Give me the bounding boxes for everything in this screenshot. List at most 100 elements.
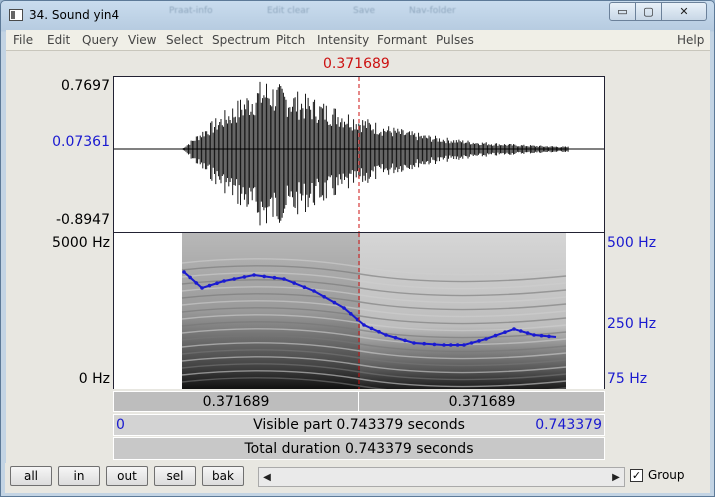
pitch-point (547, 334, 551, 339)
pitch-point (194, 281, 198, 285)
pitch-point (302, 285, 307, 289)
visible-part-bar[interactable]: 0 Visible part 0.743379 seconds 0.743379 (113, 414, 605, 436)
menu-query[interactable]: Query (82, 33, 118, 47)
visible-end: 0.743379 (535, 417, 602, 433)
pitch-point (242, 275, 247, 279)
pitch-point (182, 270, 186, 274)
cursor-time-label: 0.371689 (323, 56, 390, 72)
bak-button[interactable]: bak (202, 466, 244, 486)
selection-left[interactable]: 0.371689 (114, 392, 359, 411)
pitch-point (272, 275, 277, 280)
sel-button[interactable]: sel (154, 466, 196, 486)
frequency-bottom-label: 0 Hz (78, 371, 110, 387)
menu-intensity[interactable]: Intensity (317, 33, 369, 47)
menu-edit[interactable]: Edit (47, 33, 70, 47)
maximize-button[interactable]: ▢ (635, 2, 662, 21)
menu-select[interactable]: Select (166, 33, 203, 47)
pitch-point (377, 330, 381, 334)
bottom-toolbar: all in out sel bak ◀ ▶ ✓ Group (5, 463, 709, 493)
scroll-left-icon[interactable]: ◀ (259, 468, 275, 486)
pitch-point (525, 331, 530, 335)
group-toggle[interactable]: ✓ Group (630, 468, 685, 482)
pitch-point (412, 341, 416, 345)
pitch-point (252, 273, 256, 277)
pitch-point (432, 342, 437, 347)
app-icon (9, 9, 23, 21)
pitch-bottom-label: 75 Hz (607, 371, 648, 387)
waveform-plot (114, 77, 604, 232)
pitch-point (282, 277, 286, 281)
in-button[interactable]: in (58, 466, 100, 486)
menu-formant[interactable]: Formant (377, 33, 427, 47)
minimize-button[interactable]: ▭ (609, 2, 636, 21)
pitch-point (362, 323, 366, 327)
visible-part-label: Visible part 0.743379 seconds (253, 417, 465, 433)
title-bar: 34. Sound yin4 Praat-info Edit clear Sav… (1, 1, 714, 29)
menu-bar: File Edit Query View Select Spectrum Pit… (6, 30, 710, 51)
spectrogram-plot (181, 233, 567, 389)
pitch-point (422, 341, 427, 346)
spectrogram-panel[interactable] (113, 233, 605, 389)
pitch-point (322, 295, 326, 299)
close-button[interactable]: ✕ (661, 2, 707, 21)
amplitude-min-label: -0.8947 (55, 212, 110, 228)
background-title-text: Edit clear (267, 6, 310, 16)
pitch-point (393, 335, 398, 340)
pitch-mid-label: 250 Hz (607, 316, 657, 332)
menu-spectrum[interactable]: Spectrum (212, 33, 270, 47)
pitch-point (442, 343, 446, 347)
maximize-icon: ▢ (643, 5, 654, 18)
pitch-point (403, 338, 407, 343)
pitch-point (349, 312, 353, 316)
checkmark-icon: ✓ (631, 468, 642, 482)
pitch-point (369, 326, 374, 331)
pitch-point (469, 341, 474, 345)
frequency-top-label: 5000 Hz (52, 235, 110, 251)
pitch-point (512, 327, 516, 331)
pitch-point (262, 274, 266, 279)
background-title-text: Save (353, 6, 376, 16)
all-button[interactable]: all (10, 466, 52, 486)
pitch-point (532, 333, 536, 337)
pitch-point (519, 329, 523, 333)
pitch-point (477, 339, 481, 343)
pitch-point (222, 279, 226, 283)
pitch-point (455, 343, 460, 347)
pitch-top-label: 500 Hz (607, 235, 657, 251)
pitch-point (312, 289, 316, 293)
scroll-right-icon[interactable]: ▶ (608, 468, 624, 486)
background-title-text: Praat-info (169, 6, 213, 16)
menu-pitch[interactable]: Pitch (276, 33, 305, 47)
pitch-point (462, 343, 466, 347)
menu-view[interactable]: View (128, 33, 156, 47)
window-title: 34. Sound yin4 (29, 8, 120, 22)
out-button[interactable]: out (106, 466, 148, 486)
pitch-point (449, 343, 453, 347)
amplitude-max-label: 0.7697 (61, 78, 110, 94)
pitch-point (232, 277, 236, 281)
selection-right[interactable]: 0.371689 (360, 392, 604, 411)
pitch-point (484, 337, 488, 341)
background-title-text: Nav-folder (409, 6, 456, 16)
pitch-point (215, 281, 219, 285)
pitch-point (503, 330, 507, 334)
menu-file[interactable]: File (13, 33, 33, 47)
menu-pulses[interactable]: Pulses (436, 33, 474, 47)
pitch-point (332, 300, 337, 305)
pitch-point (188, 275, 192, 280)
minimize-icon: ▭ (617, 5, 628, 18)
menu-help[interactable]: Help (677, 33, 704, 47)
group-checkbox[interactable]: ✓ (630, 468, 643, 482)
waveform-panel[interactable] (113, 76, 605, 233)
pitch-point (200, 286, 204, 290)
total-duration-bar[interactable]: Total duration 0.743379 seconds (113, 437, 605, 460)
horizontal-scrollbar[interactable]: ◀ ▶ (258, 467, 625, 487)
close-icon: ✕ (679, 5, 689, 18)
waveform-trace (182, 81, 569, 226)
amplitude-cursor-label: 0.07361 (52, 134, 110, 150)
selection-bar[interactable]: 0.371689 0.371689 (113, 391, 605, 412)
pitch-point (207, 283, 212, 288)
pitch-point (342, 306, 346, 310)
group-label: Group (648, 468, 685, 482)
pitch-point (539, 333, 544, 338)
